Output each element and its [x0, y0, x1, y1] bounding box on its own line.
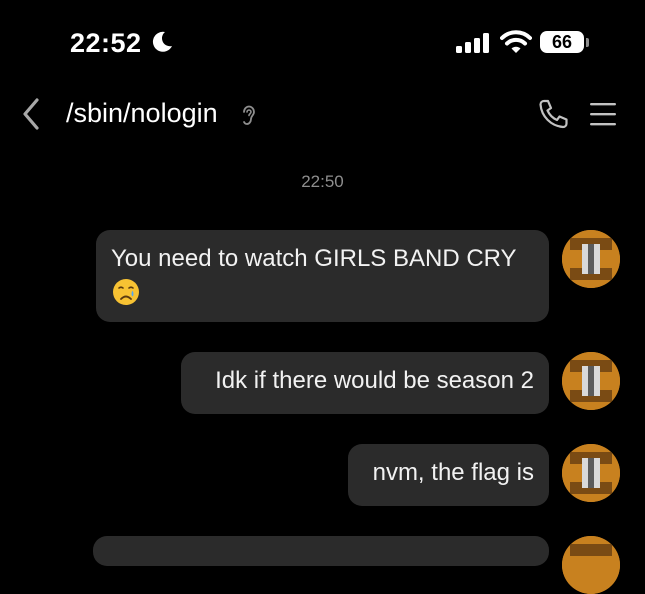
avatar-image — [562, 444, 620, 502]
status-time: 22:52 — [70, 28, 142, 58]
phone-icon[interactable] — [536, 98, 570, 130]
avatar-image — [562, 230, 620, 288]
message-text: You need to watch GIRLS BAND CRY — [111, 245, 517, 272]
avatar[interactable] — [562, 352, 620, 410]
message-bubble[interactable]: nvm, the flag is — [348, 444, 549, 506]
chat-title[interactable]: /sbin/nologin — [66, 98, 218, 129]
avatar-image — [562, 536, 620, 594]
avatar[interactable] — [562, 536, 620, 594]
message-timestamp: 22:50 — [301, 172, 344, 191]
message-text: Idk if there would be season 2 — [215, 367, 534, 394]
avatar[interactable] — [562, 230, 620, 288]
ear-icon — [243, 105, 255, 125]
message-text: nvm, the flag is — [372, 459, 534, 486]
menu-icon[interactable] — [590, 101, 616, 127]
wifi-icon — [500, 30, 532, 53]
battery-icon: 66 — [540, 31, 590, 55]
message-bubble[interactable] — [93, 536, 549, 566]
moon-icon — [152, 31, 172, 52]
back-chevron-icon[interactable] — [18, 97, 46, 131]
message-bubble[interactable]: You need to watch GIRLS BAND CRY — [96, 230, 549, 322]
crying-face-emoji — [113, 278, 139, 305]
message-bubble[interactable]: Idk if there would be season 2 — [181, 352, 549, 414]
avatar-image — [562, 352, 620, 410]
battery-level: 66 — [540, 31, 584, 53]
avatar[interactable] — [562, 444, 620, 502]
cellular-signal-icon — [456, 33, 489, 53]
battery-tip — [586, 38, 589, 47]
